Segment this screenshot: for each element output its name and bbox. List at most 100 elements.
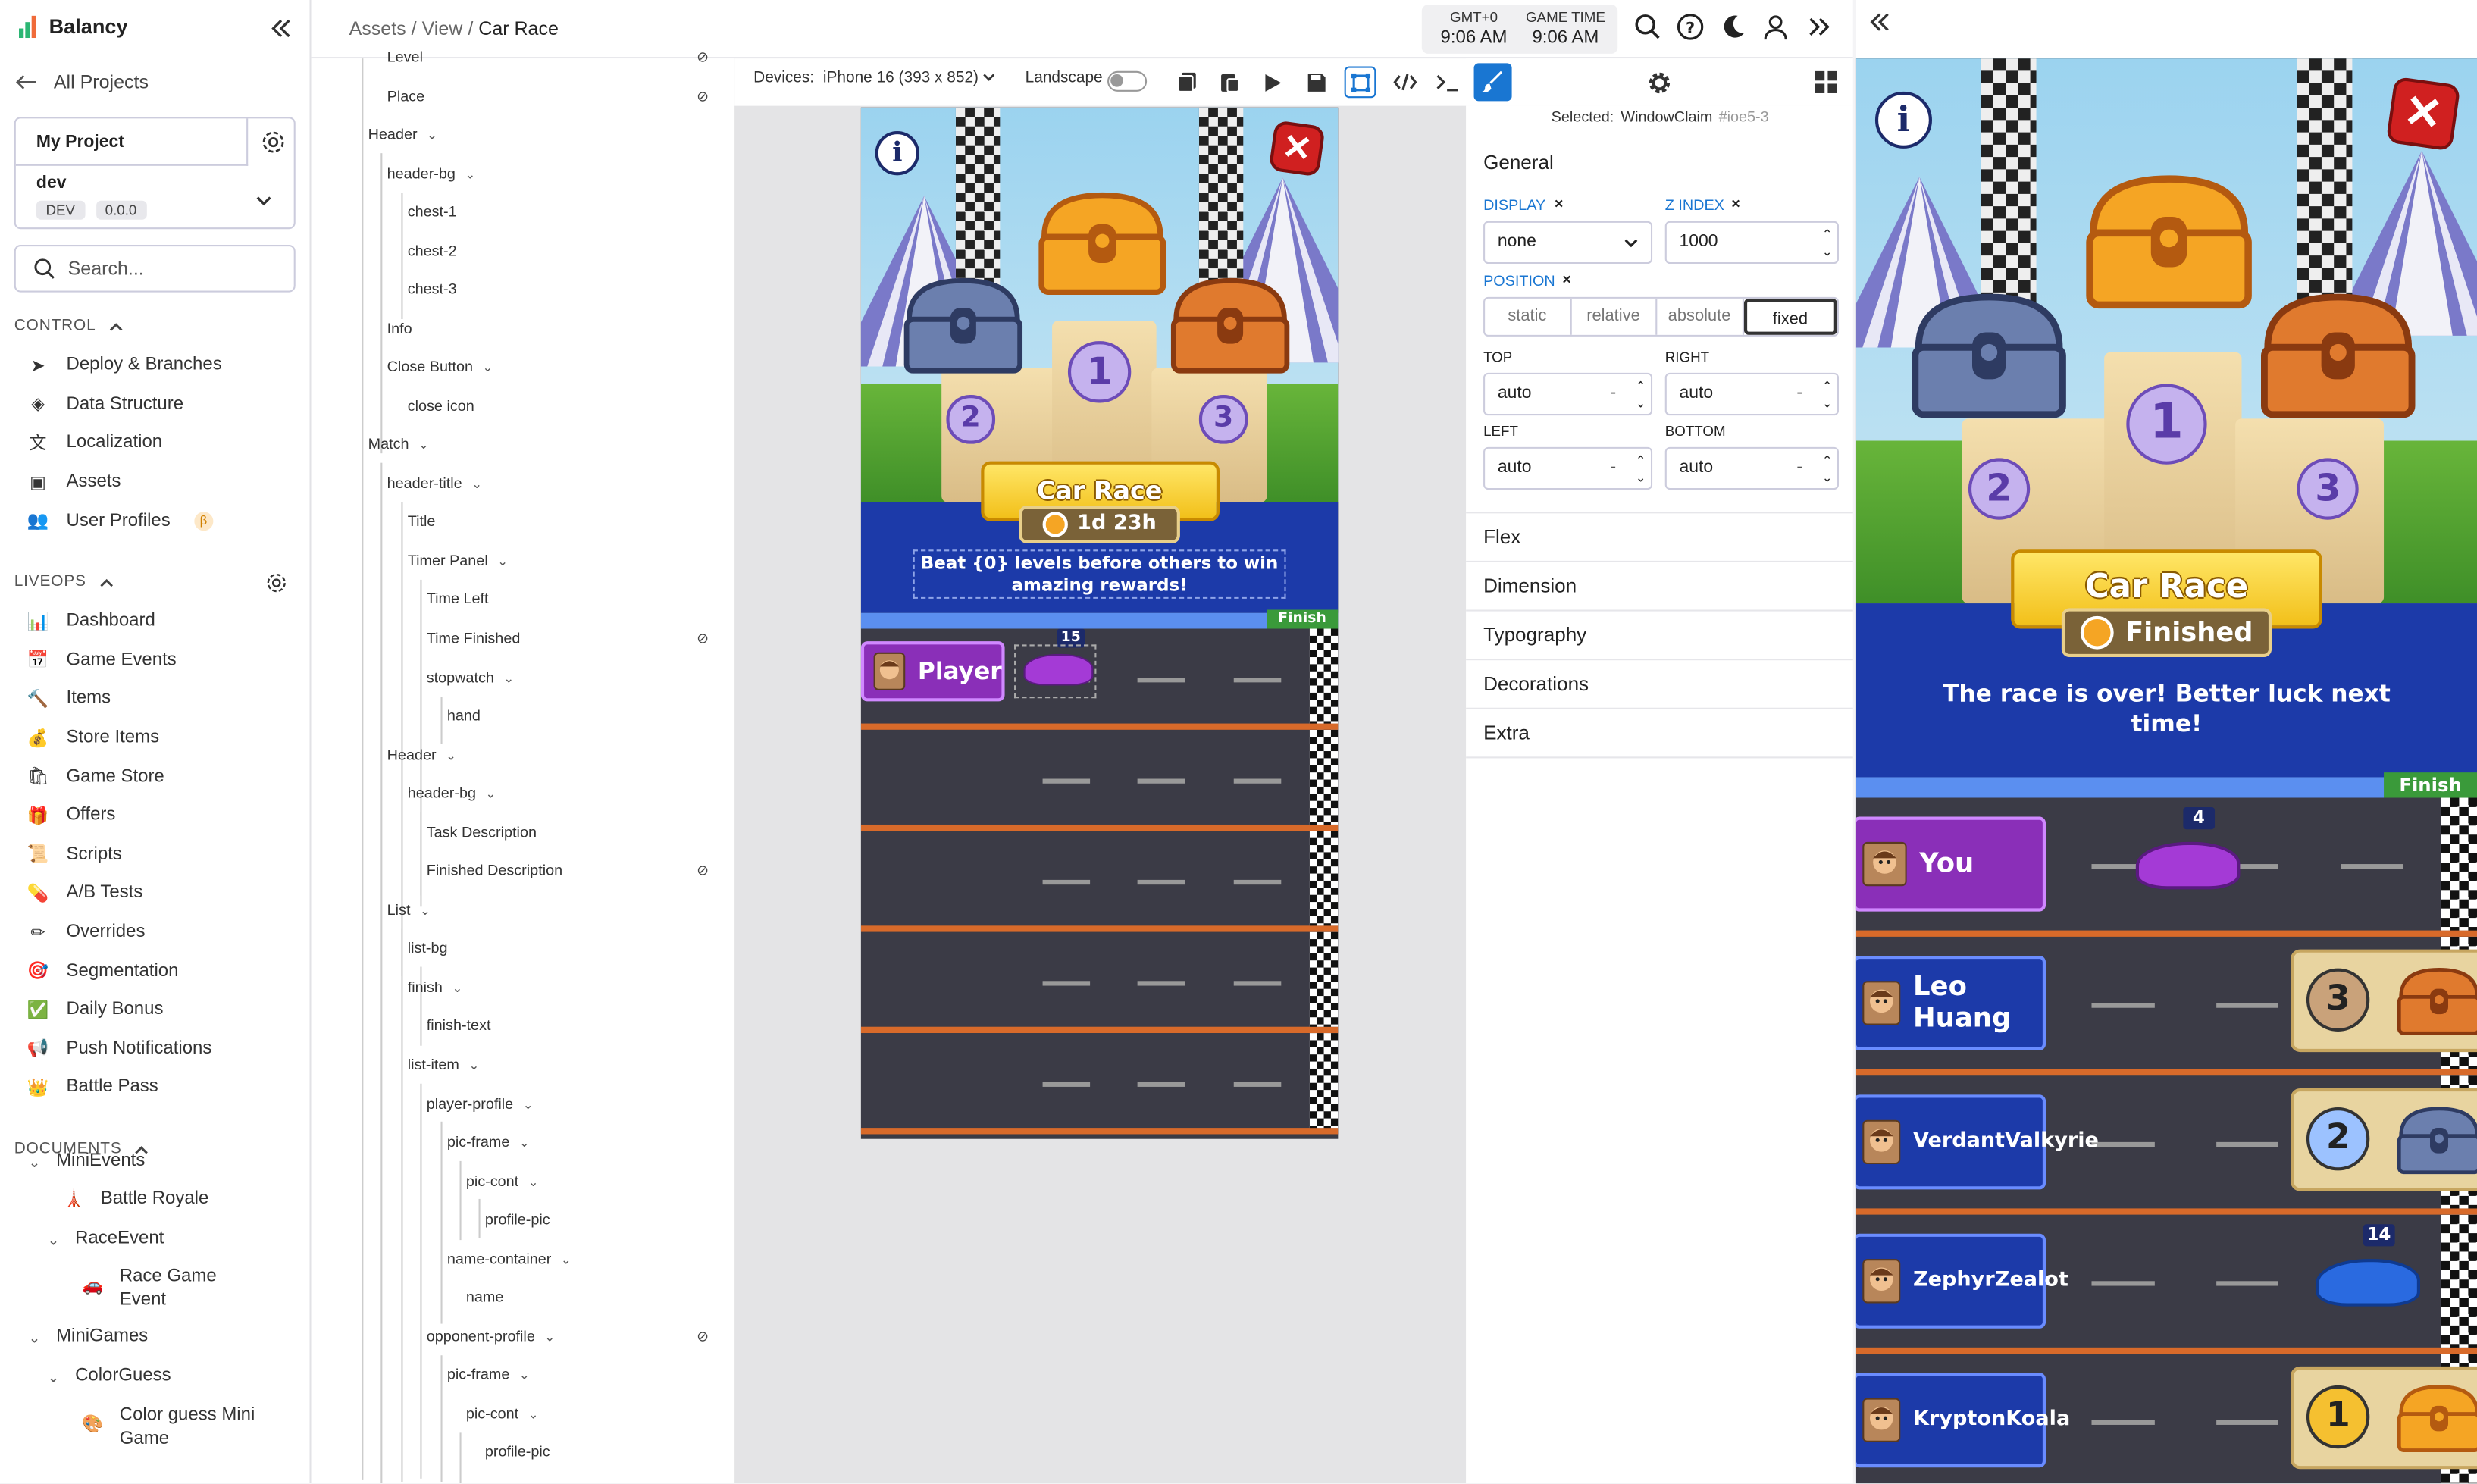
project-settings-button[interactable] bbox=[249, 118, 297, 166]
document-item[interactable]: 🗼 Battle Royale bbox=[48, 1188, 266, 1211]
copy-button[interactable] bbox=[1170, 67, 1202, 99]
nav-item[interactable]: 🛍 Game Store bbox=[25, 757, 211, 796]
chevron-down-icon[interactable]: ⌄ bbox=[523, 1098, 534, 1113]
decorations-section[interactable]: Decorations bbox=[1483, 673, 1589, 695]
position-option-static[interactable]: static bbox=[1485, 298, 1571, 335]
chevron-down-icon[interactable]: ⌄ bbox=[519, 1368, 530, 1382]
nav-item[interactable]: 📜 Scripts bbox=[25, 835, 211, 874]
tree-node[interactable]: finish ⌄ bbox=[408, 979, 463, 997]
tree-node[interactable]: finish-text bbox=[427, 1017, 491, 1035]
chevron-down-icon[interactable]: ⌄ bbox=[528, 1407, 539, 1422]
liveops-section-header[interactable]: LIVEOPS bbox=[14, 574, 113, 590]
nav-item[interactable]: 📊 Dashboard bbox=[25, 602, 211, 640]
help-button[interactable]: ? bbox=[1676, 13, 1705, 42]
flex-section[interactable]: Flex bbox=[1483, 526, 1520, 548]
stepper-icon[interactable]: ⌃ ⌄ bbox=[1822, 377, 1833, 412]
document-item[interactable]: ⌄ MiniGames bbox=[29, 1326, 266, 1351]
nav-item[interactable]: 📢 Push Notifications bbox=[25, 1029, 212, 1068]
position-clear-icon[interactable]: × bbox=[1562, 271, 1571, 289]
chevron-down-icon[interactable]: ⌄ bbox=[452, 981, 462, 995]
tree-node[interactable]: list-item ⌄ bbox=[408, 1057, 480, 1074]
left-input[interactable]: auto - ⌃ ⌄ bbox=[1483, 446, 1653, 490]
stepper-icon[interactable]: ⌃ ⌄ bbox=[1636, 452, 1646, 487]
display-clear-icon[interactable]: × bbox=[1555, 196, 1564, 213]
tree-node[interactable]: chest-3 bbox=[408, 281, 457, 299]
tree-node[interactable]: list-bg bbox=[408, 940, 448, 957]
select-tool-button[interactable] bbox=[1344, 66, 1376, 99]
nav-item[interactable]: ➤ Deploy & Branches bbox=[25, 346, 221, 384]
chevron-down-icon[interactable]: ⌄ bbox=[446, 749, 456, 763]
document-item[interactable]: 🎨 Color guess Mini Game bbox=[67, 1404, 266, 1452]
tree-node[interactable]: Level bbox=[387, 49, 423, 67]
app-logo[interactable]: Balancy bbox=[19, 14, 128, 38]
sidebar-search[interactable]: Search... bbox=[14, 245, 296, 293]
tree-node[interactable]: player-profile ⌄ bbox=[427, 1096, 534, 1113]
display-select[interactable]: none bbox=[1483, 221, 1653, 265]
position-option-fixed[interactable]: fixed bbox=[1743, 298, 1837, 335]
chevron-down-icon[interactable]: ⌄ bbox=[420, 903, 431, 918]
chevron-down-icon[interactable]: ⌄ bbox=[519, 1136, 530, 1151]
nav-item[interactable]: ✅ Daily Bonus bbox=[25, 991, 211, 1029]
chevron-down-icon[interactable]: ⌄ bbox=[29, 1151, 41, 1175]
chevron-down-icon[interactable]: ⌄ bbox=[29, 1327, 41, 1351]
position-option-absolute[interactable]: absolute bbox=[1657, 298, 1743, 335]
tree-node[interactable]: Task Description bbox=[427, 825, 537, 842]
tree-node[interactable]: close icon bbox=[408, 398, 474, 415]
breadcrumb-view[interactable]: View bbox=[422, 17, 463, 39]
extra-section[interactable]: Extra bbox=[1483, 722, 1530, 744]
tree-node[interactable]: hand bbox=[447, 708, 481, 725]
tree-node[interactable]: pic-cont ⌄ bbox=[466, 1406, 539, 1423]
collapse-sidebar-button[interactable] bbox=[268, 16, 293, 41]
tree-node[interactable]: header-title ⌄ bbox=[387, 475, 483, 493]
nav-item[interactable]: 📅 Game Events bbox=[25, 640, 211, 679]
play-button[interactable] bbox=[1257, 67, 1289, 99]
tree-node[interactable]: Header ⌄ bbox=[368, 127, 437, 144]
save-button[interactable] bbox=[1300, 67, 1332, 99]
chevron-down-icon[interactable]: ⌄ bbox=[465, 167, 475, 182]
stepper-icon[interactable]: ⌃ ⌄ bbox=[1822, 226, 1833, 261]
live-preview-screen[interactable]: 1 2 3 i ✕ Car Race Finished The race is over! B… bbox=[1855, 58, 2477, 1484]
liveops-settings-button[interactable] bbox=[265, 571, 287, 593]
zindex-clear-icon[interactable]: × bbox=[1731, 196, 1740, 213]
nav-item[interactable]: 💊 A/B Tests bbox=[25, 874, 211, 913]
environment-name[interactable]: dev bbox=[36, 174, 67, 193]
environment-dropdown[interactable] bbox=[256, 186, 272, 215]
tree-node[interactable]: Header ⌄ bbox=[387, 747, 456, 765]
tree-node[interactable]: opponent-profile ⌄ bbox=[427, 1329, 556, 1346]
tree-node[interactable]: pic-frame ⌄ bbox=[447, 1134, 530, 1151]
all-projects-link[interactable]: All Projects bbox=[16, 71, 149, 93]
theme-toggle-button[interactable] bbox=[1719, 13, 1748, 42]
tree-node[interactable]: profile-pic bbox=[485, 1444, 550, 1461]
nav-item[interactable]: ◈ Data Structure bbox=[25, 385, 221, 424]
tree-node[interactable]: Place bbox=[387, 89, 425, 106]
chevron-down-icon[interactable]: ⌄ bbox=[427, 128, 437, 142]
tree-node[interactable]: Match ⌄ bbox=[368, 436, 429, 453]
tree-node[interactable]: List ⌄ bbox=[387, 902, 431, 919]
document-item[interactable]: ⌄ ColorGuess bbox=[48, 1365, 266, 1390]
tree-node[interactable]: Finished Description bbox=[427, 863, 562, 880]
nav-item[interactable]: ▣ Assets bbox=[25, 462, 221, 501]
nav-item[interactable]: 文 Localization bbox=[25, 424, 221, 462]
dimension-section[interactable]: Dimension bbox=[1483, 575, 1577, 597]
device-preview[interactable]: 1 2 3 i ✕ Car Race 1d 23h Beat {0} levels befor… bbox=[860, 107, 1339, 1139]
nav-item[interactable]: 👑 Battle Pass bbox=[25, 1068, 211, 1107]
chevron-down-icon[interactable]: ⌄ bbox=[48, 1229, 60, 1253]
info-button[interactable]: i bbox=[875, 130, 920, 176]
expand-panel-button[interactable] bbox=[1804, 13, 1833, 42]
chevron-down-icon[interactable]: ⌄ bbox=[497, 555, 508, 569]
code-button[interactable] bbox=[1389, 67, 1420, 99]
device-select[interactable]: iPhone 16 (393 x 852) bbox=[823, 70, 996, 87]
nav-item[interactable]: ✏ Overrides bbox=[25, 913, 211, 951]
right-input[interactable]: auto - ⌃ ⌄ bbox=[1664, 372, 1840, 416]
chevron-down-icon[interactable]: ⌄ bbox=[486, 787, 496, 801]
top-input[interactable]: auto - ⌃ ⌄ bbox=[1483, 372, 1653, 416]
info-button[interactable]: i bbox=[1874, 91, 1933, 149]
paste-button[interactable] bbox=[1213, 67, 1245, 99]
tree-node[interactable]: Info bbox=[387, 321, 412, 338]
tree-node[interactable]: header-bg ⌄ bbox=[408, 785, 496, 803]
close-button[interactable]: ✕ bbox=[1267, 120, 1326, 177]
nav-item[interactable]: 💰 Store Items bbox=[25, 719, 211, 757]
tree-node[interactable]: Time Left bbox=[427, 590, 489, 608]
tree-node[interactable]: pic-frame ⌄ bbox=[447, 1367, 530, 1384]
typography-section[interactable]: Typography bbox=[1483, 624, 1586, 646]
